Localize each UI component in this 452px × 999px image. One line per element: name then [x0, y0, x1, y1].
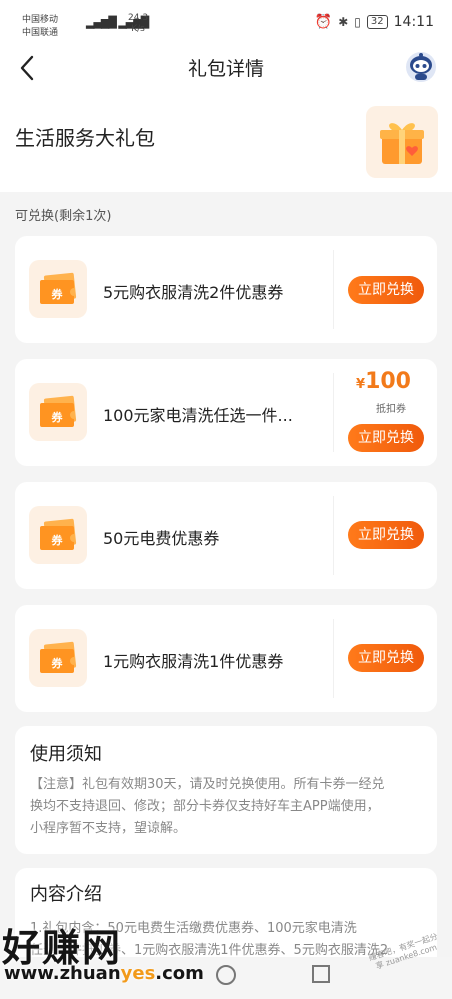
coupon-name: 1元购衣服清洗1件优惠券 [103, 652, 284, 671]
battery-level: 32 [366, 15, 388, 29]
gift-box-icon [366, 106, 438, 178]
usage-notice-card: 使用须知 【注意】礼包有效期30天，请及时兑换使用。所有卡券一经兑 换均不支持退… [15, 726, 437, 854]
coupon-icon-label: 券 [51, 656, 64, 670]
gift-pack-title: 生活服务大礼包 [15, 126, 155, 150]
redeem-button[interactable]: 立即兑换 [348, 644, 424, 672]
carrier-2: 中国联通 [22, 28, 59, 38]
recent-apps-button[interactable] [312, 965, 330, 983]
price-amount: 100 [365, 369, 411, 394]
robot-avatar-icon[interactable] [404, 50, 438, 84]
coupon-name: 50元电费优惠券 [103, 529, 220, 548]
coupon-ticket-icon: 券 [29, 260, 87, 318]
vibrate-icon: ▯ [354, 15, 361, 29]
content-intro-title: 内容介绍 [30, 884, 102, 905]
usage-notice-text: 【注意】礼包有效期30天，请及时兑换使用。所有卡券一经兑 换均不支持退回、修改；… [30, 774, 430, 840]
watermark-url-suffix: .com [155, 963, 204, 984]
notice-line: 换均不支持退回、修改；部分卡券仅支持好车主APP端使用， [30, 799, 380, 814]
carrier-info: 中国移动 中国联通 [22, 14, 58, 40]
coupon-divider [333, 619, 334, 698]
page-title: 礼包详情 [187, 58, 264, 80]
coupon-card: 券 1元购衣服清洗1件优惠券 立即兑换 [15, 605, 437, 712]
watermark-url: www.zhuanyes.com [4, 963, 204, 984]
coupon-card: 券 50元电费优惠券 立即兑换 [15, 482, 437, 589]
coupon-divider [333, 250, 334, 329]
coupon-icon-label: 券 [51, 287, 64, 301]
usage-notice-title: 使用须知 [30, 744, 102, 765]
clock: 14:11 [393, 14, 434, 30]
status-bar: 中国移动 中国联通 ▂▄▆█ ▂▄▆█ 24.3 K/s ⏰ ✱ ▯ 32 14… [0, 0, 452, 46]
notice-line: 【注意】礼包有效期30天，请及时兑换使用。所有卡券一经兑 [30, 777, 385, 792]
gift-pack-header: 生活服务大礼包 [0, 90, 452, 192]
price-label: 抵扣券 [376, 404, 406, 415]
coupon-card: 券 100元家电清洗任选一件... ¥100 抵扣券 立即兑换 [15, 359, 437, 466]
coupon-card: 券 5元购衣服清洗2件优惠券 立即兑换 [15, 236, 437, 343]
coupon-ticket-icon: 券 [29, 629, 87, 687]
coupon-ticket-icon: 券 [29, 383, 87, 441]
coupon-name: 5元购衣服清洗2件优惠券 [103, 283, 284, 302]
coupon-ticket-icon: 券 [29, 506, 87, 564]
network-speed-value: 24.3 [128, 13, 149, 23]
coupon-icon-label: 券 [51, 410, 64, 424]
price-symbol: ¥ [356, 377, 366, 392]
home-button[interactable] [216, 965, 236, 985]
watermark-url-highlight: yes [120, 963, 156, 984]
coupon-icon-label: 券 [51, 533, 64, 547]
redeem-button[interactable]: 立即兑换 [348, 276, 424, 304]
coupon-name: 100元家电清洗任选一件... [103, 406, 293, 425]
status-right: ⏰ ✱ ▯ 32 14:11 [315, 14, 434, 30]
notice-line: 小程序暂不支持，望谅解。 [30, 821, 187, 836]
watermark: 好赚网 www.zhuanyes.com [0, 915, 204, 995]
network-speed: 24.3 K/s [128, 13, 148, 35]
redeemable-count: 可兑换(剩余1次) [15, 209, 112, 224]
coupon-price: ¥100 [356, 369, 411, 394]
alarm-icon: ⏰ [314, 14, 333, 30]
watermark-url-prefix: www.zhuan [4, 963, 121, 984]
coupon-divider [333, 496, 334, 575]
carrier-1: 中国移动 [22, 15, 59, 25]
redeem-button[interactable]: 立即兑换 [348, 424, 424, 452]
nav-bar: 礼包详情 [0, 46, 452, 90]
network-speed-unit: K/s [131, 24, 145, 34]
bluetooth-icon: ✱ [338, 15, 349, 29]
coupon-divider [333, 373, 334, 452]
redeem-button[interactable]: 立即兑换 [348, 521, 424, 549]
